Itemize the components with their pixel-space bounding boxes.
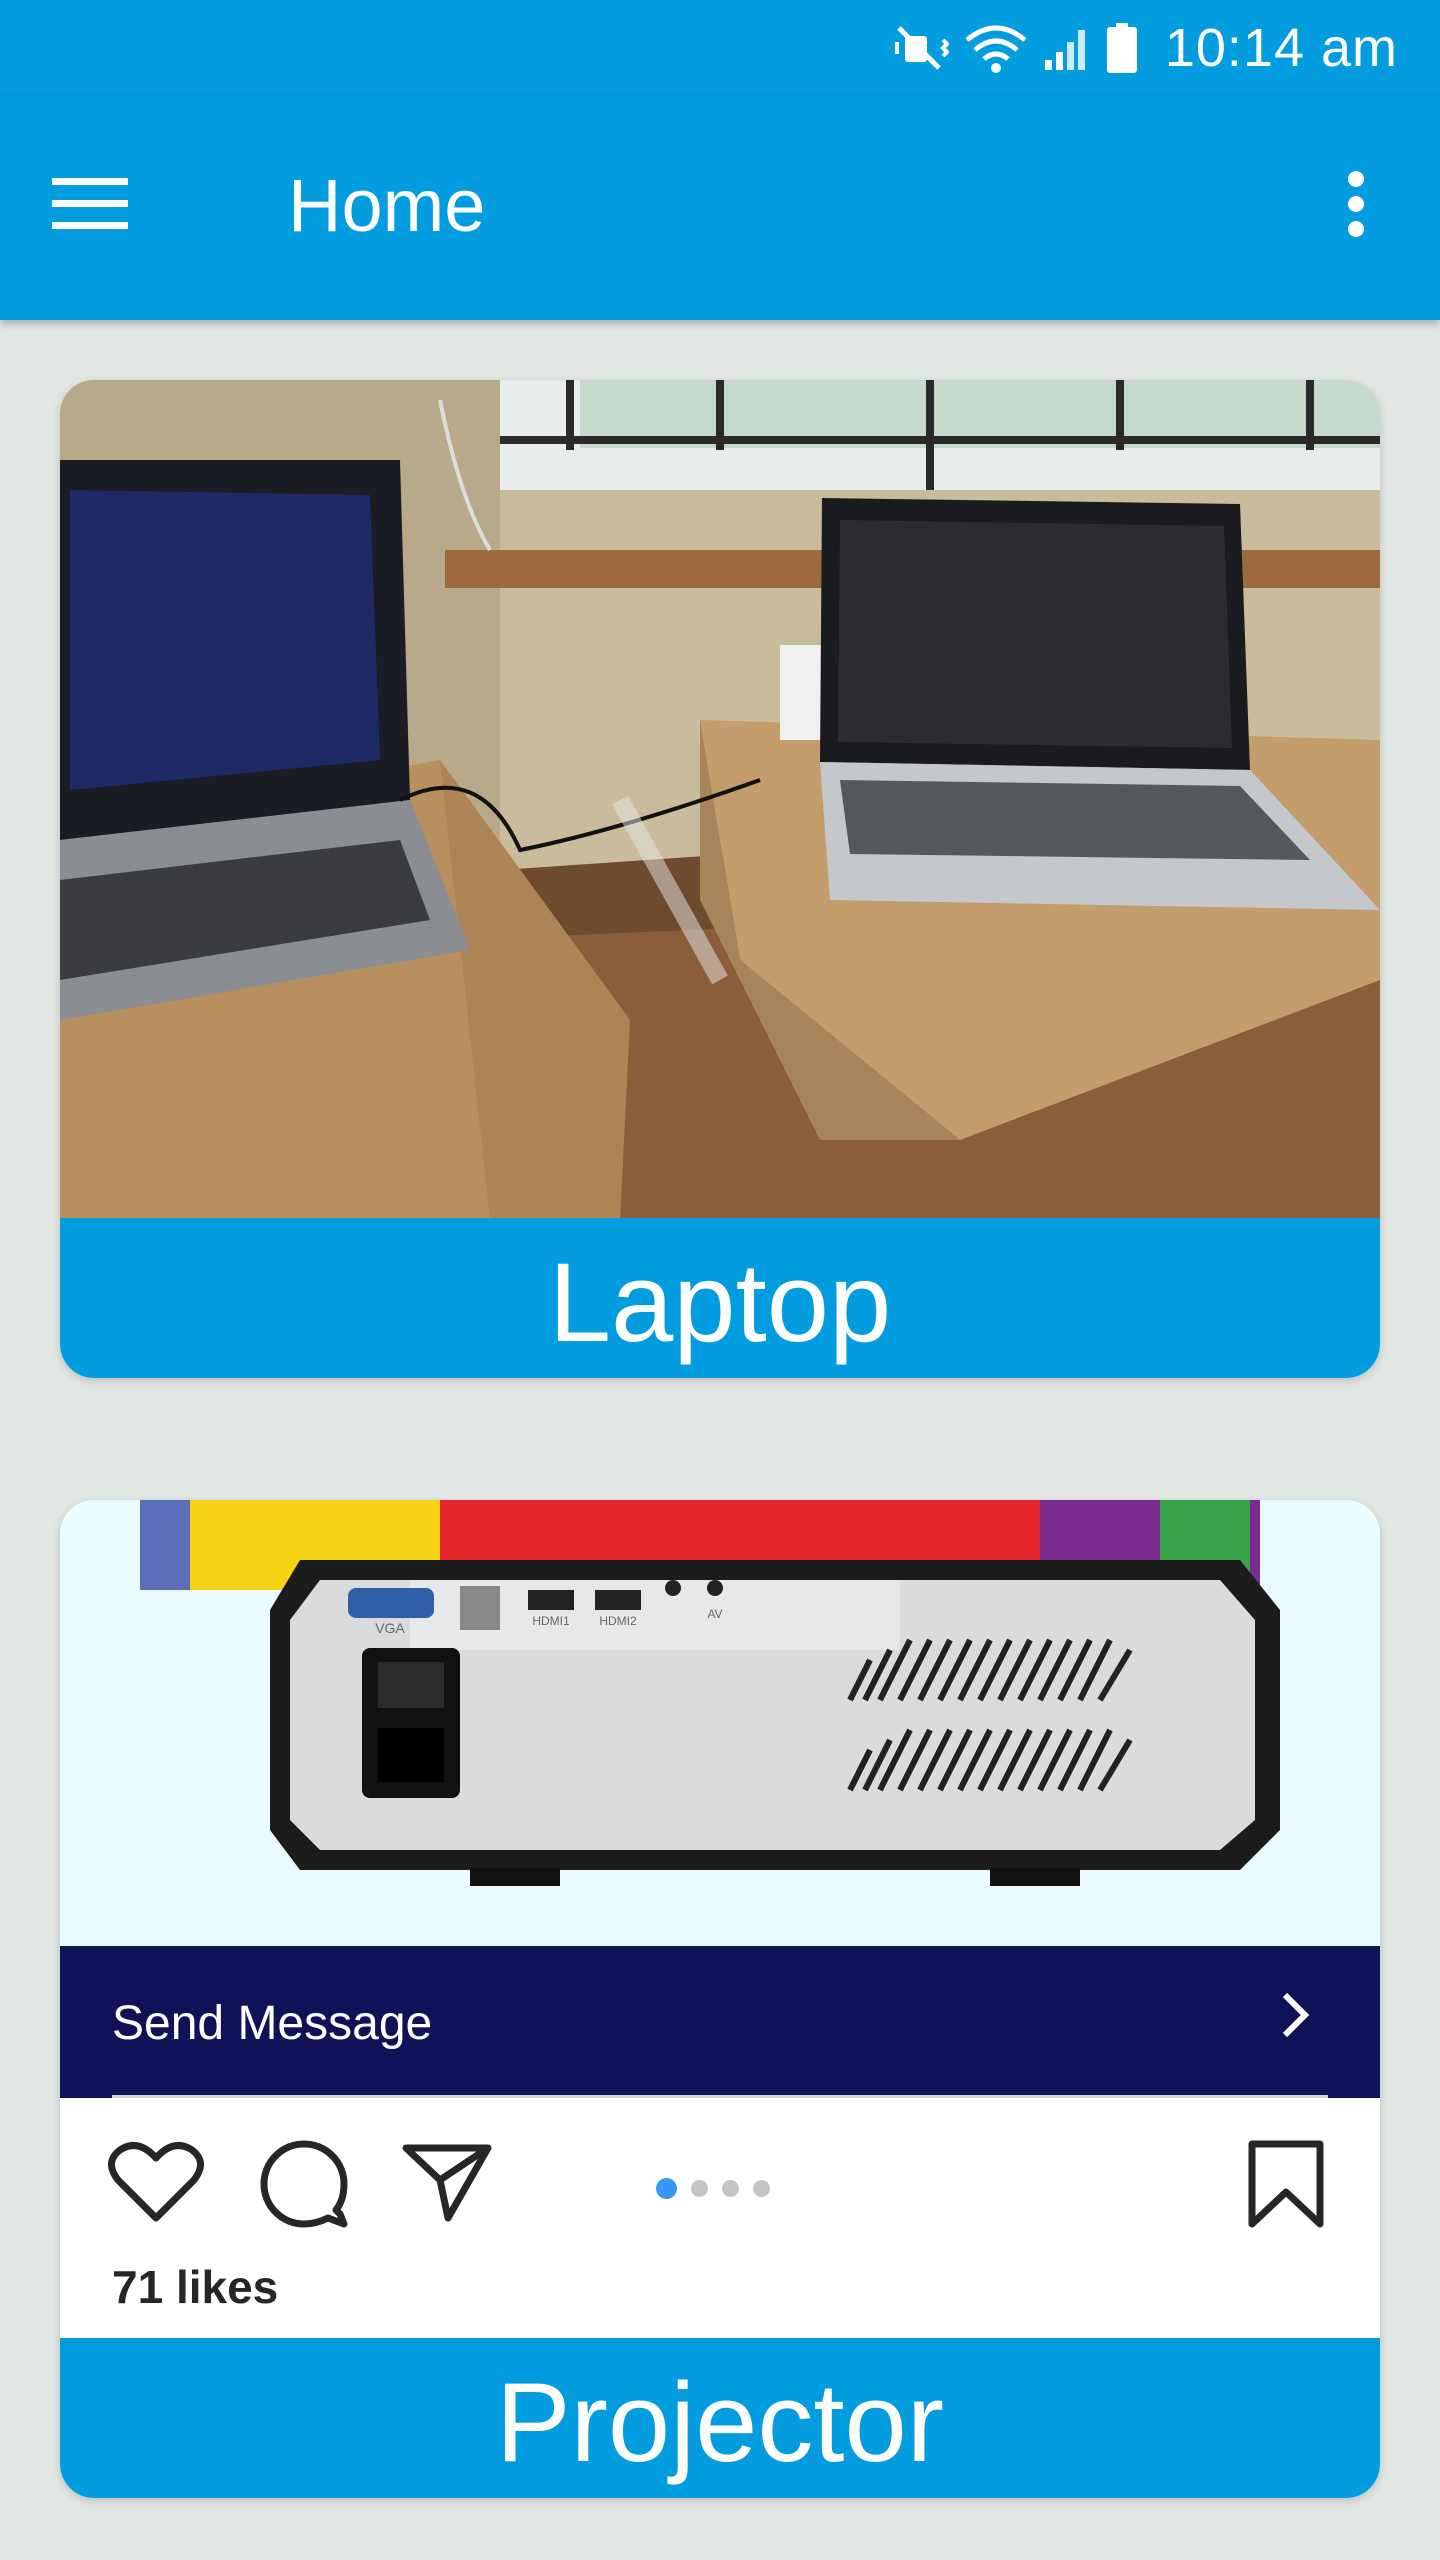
- card-caption: Projector: [60, 2338, 1380, 2498]
- carousel-indicator: [656, 2178, 770, 2199]
- carousel-dot: [656, 2178, 677, 2199]
- send-message-label: Send Message: [112, 1997, 433, 2050]
- projector-photo: VGA HDMI1 HDMI2 AV: [60, 1500, 1380, 1946]
- laptop-photo: [60, 380, 1380, 1220]
- category-card-projector[interactable]: VGA HDMI1 HDMI2 AV Send Message 71 likes…: [60, 1500, 1380, 2498]
- comment-icon[interactable]: [258, 2140, 350, 2233]
- vga-port: [348, 1588, 434, 1618]
- carousel-dot: [753, 2180, 770, 2197]
- app-bar: Home: [0, 96, 1440, 320]
- bookmark-icon[interactable]: [1246, 2140, 1326, 2233]
- hamburger-menu-icon[interactable]: [52, 154, 172, 254]
- send-message-bar[interactable]: Send Message: [60, 1946, 1380, 2098]
- post-actions: [60, 2098, 1380, 2258]
- more-vert-icon[interactable]: [1316, 154, 1396, 254]
- status-time: 10:14 am: [1164, 18, 1398, 78]
- battery-icon: [1105, 21, 1139, 75]
- category-card-laptop[interactable]: Laptop: [60, 380, 1380, 1378]
- svg-text:VGA: VGA: [375, 1620, 405, 1636]
- status-bar: 10:14 am: [0, 0, 1440, 96]
- svg-text:HDMI1: HDMI1: [532, 1614, 570, 1628]
- wifi-icon: [963, 22, 1029, 74]
- chevron-right-icon: [1280, 1990, 1310, 2045]
- carousel-dot: [691, 2180, 708, 2197]
- likes-count: 71 likes: [112, 2261, 279, 2313]
- mute-vibrate-icon: [893, 22, 949, 74]
- carousel-dot: [722, 2180, 739, 2197]
- card-caption: Laptop: [60, 1218, 1380, 1378]
- signal-icon: [1043, 22, 1091, 74]
- svg-text:AV: AV: [707, 1607, 722, 1621]
- heart-icon[interactable]: [108, 2140, 204, 2229]
- share-send-icon[interactable]: [400, 2140, 494, 2229]
- svg-text:HDMI2: HDMI2: [599, 1614, 637, 1628]
- page-title: Home: [288, 164, 486, 247]
